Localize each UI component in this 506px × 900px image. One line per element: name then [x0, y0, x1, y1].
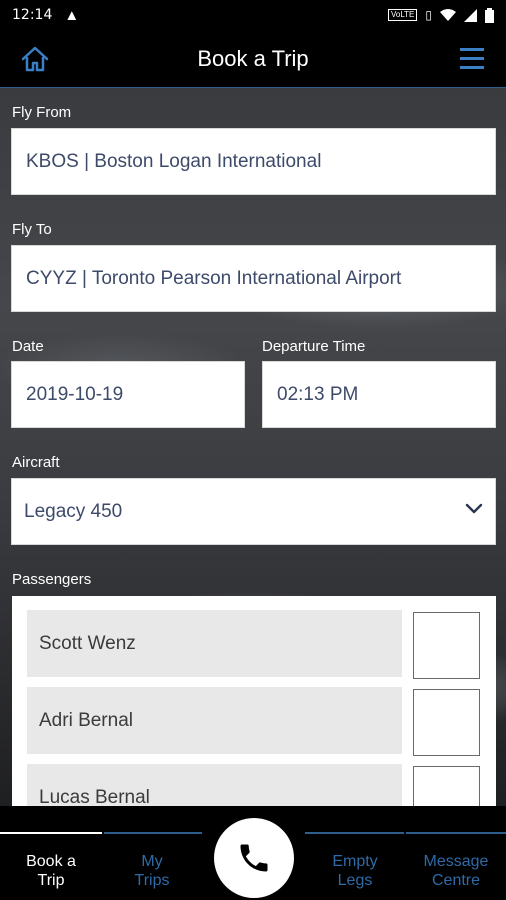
volte-badge: VoLTE — [387, 9, 418, 21]
tab-empty-legs[interactable]: Empty Legs — [305, 852, 405, 890]
tab-label: Book a — [26, 853, 76, 870]
passenger-checkbox[interactable] — [413, 612, 480, 679]
wifi-icon — [440, 8, 456, 21]
tab-label: Empty — [332, 853, 378, 870]
status-time: 12:14 — [12, 7, 53, 23]
departure-time-label: Departure Time — [262, 338, 366, 355]
tab-label: Centre — [431, 872, 481, 889]
date-value: 2019-10-19 — [26, 383, 124, 405]
tab-indicator — [406, 832, 506, 834]
passenger-name: Adri Bernal — [27, 687, 402, 754]
passengers-list[interactable]: Scott Wenz Adri Bernal Lucas Bernal — [12, 596, 496, 806]
tab-indicator-active — [0, 832, 102, 834]
tab-label: Legs — [337, 872, 373, 889]
tab-indicator — [305, 832, 404, 834]
passenger-name: Lucas Bernal — [27, 764, 402, 806]
signal-icon — [464, 8, 477, 22]
tab-message-centre[interactable]: Message Centre — [406, 852, 506, 890]
tab-label: Message — [423, 853, 489, 870]
home-icon[interactable] — [20, 44, 50, 74]
date-label: Date — [12, 338, 44, 355]
tab-label: My — [141, 853, 163, 870]
passenger-checkbox[interactable] — [413, 689, 480, 756]
passenger-checkbox[interactable] — [413, 766, 480, 806]
tab-label: Trips — [134, 872, 170, 889]
fly-from-label: Fly From — [12, 104, 72, 121]
aircraft-label: Aircraft — [12, 454, 60, 471]
departure-time-value: 02:13 PM — [277, 383, 359, 405]
departure-time-field[interactable]: 02:13 PM — [262, 361, 496, 428]
tab-label: Trip — [37, 872, 65, 889]
aircraft-value: Legacy 450 — [24, 500, 123, 522]
passengers-label: Passengers — [12, 571, 92, 588]
tab-indicator — [104, 832, 202, 834]
fly-to-label: Fly To — [12, 221, 52, 238]
battery-icon — [485, 7, 494, 23]
chevron-down-icon — [465, 503, 483, 514]
status-bar: 12:14 ▲ VoLTE ▯ — [0, 0, 506, 30]
passenger-name: Scott Wenz — [27, 610, 402, 677]
fly-to-field[interactable]: CYYZ | Toronto Pearson International Air… — [11, 245, 496, 312]
date-field[interactable]: 2019-10-19 — [11, 361, 245, 428]
fly-from-value: KBOS | Boston Logan International — [26, 150, 322, 172]
hamburger-menu-icon[interactable] — [460, 46, 484, 72]
tab-my-trips[interactable]: My Trips — [102, 852, 202, 890]
warning-icon: ▲ — [64, 6, 80, 24]
fly-to-value: CYYZ | Toronto Pearson International Air… — [26, 267, 402, 289]
vibrate-icon: ▯ — [425, 8, 432, 22]
tab-book-a-trip[interactable]: Book a Trip — [1, 852, 101, 890]
phone-icon — [240, 844, 268, 872]
fly-from-field[interactable]: KBOS | Boston Logan International — [11, 128, 496, 195]
page-title: Book a Trip — [197, 45, 309, 71]
call-button[interactable] — [214, 818, 294, 898]
aircraft-select[interactable]: Legacy 450 — [11, 478, 496, 545]
app-header: Book a Trip — [0, 30, 506, 88]
status-icons: VoLTE ▯ — [387, 7, 494, 23]
